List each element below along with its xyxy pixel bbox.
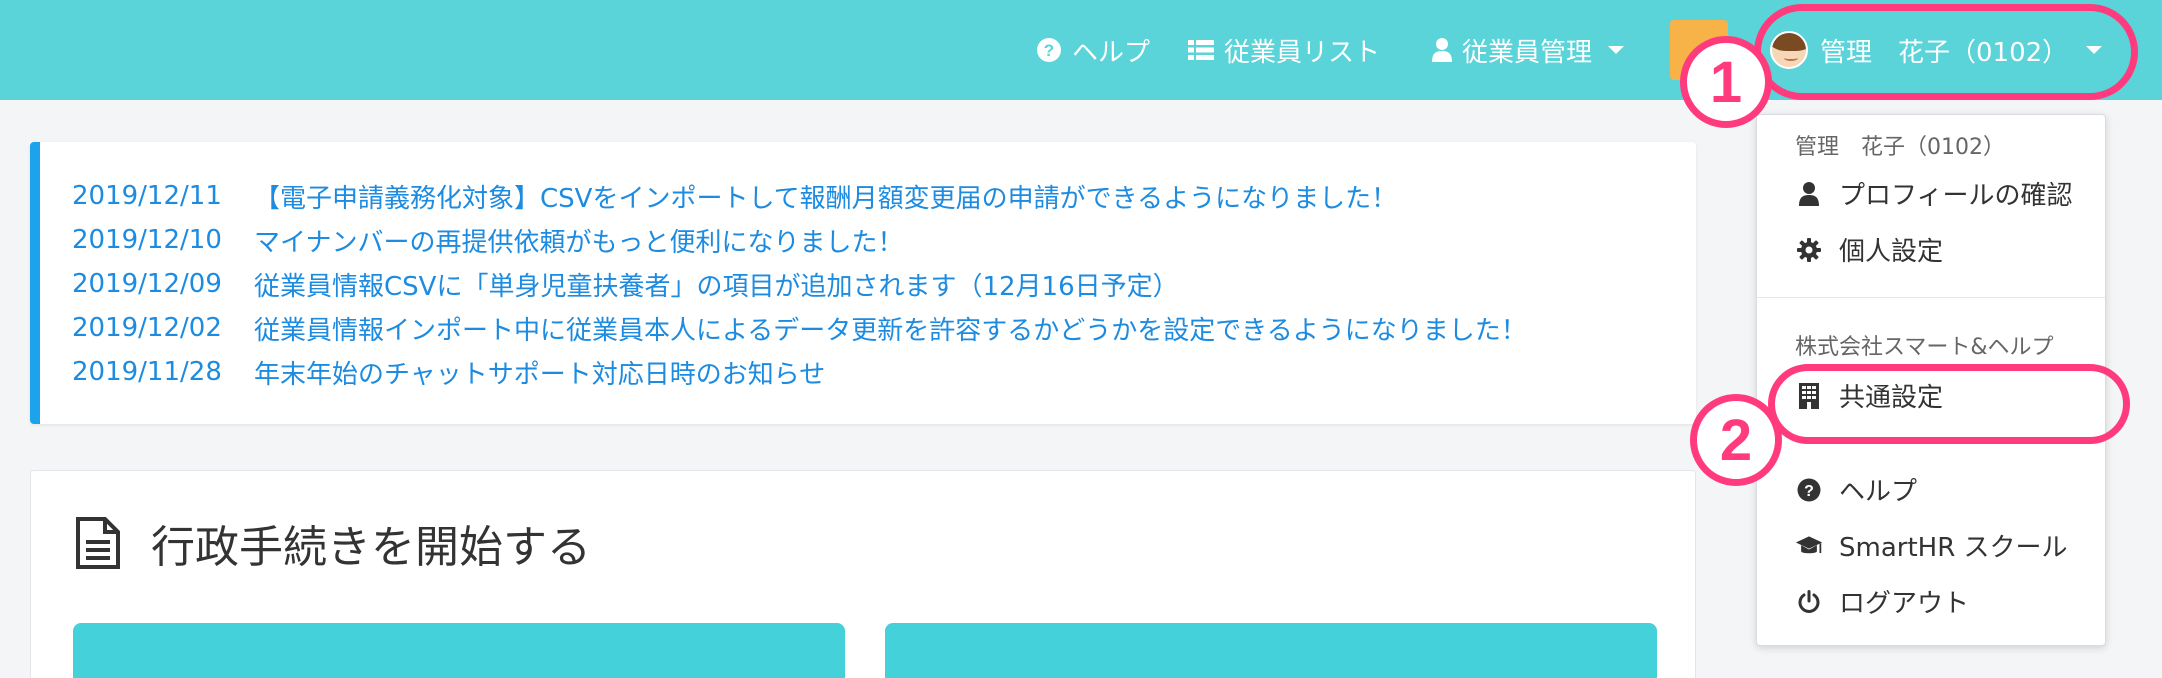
document-icon bbox=[76, 517, 120, 569]
announcement-list: 2019/12/11 【電子申請義務化対象】CSVをインポートして報酬月額変更届… bbox=[72, 174, 1527, 394]
announcement-date: 2019/12/02 bbox=[72, 313, 222, 343]
svg-text:?: ? bbox=[1044, 41, 1054, 60]
annotation-step-badge: 2 bbox=[1690, 394, 1782, 486]
graduation-cap-icon bbox=[1795, 535, 1823, 553]
nav-employee-list-label: 従業員リスト bbox=[1224, 37, 1381, 68]
procedures-card: 行政手続きを開始する bbox=[30, 470, 1696, 678]
announcement-item[interactable]: 2019/12/09 従業員情報CSVに「単身児童扶養者」の項目が追加されます（… bbox=[72, 262, 1527, 306]
procedure-tile[interactable] bbox=[885, 623, 1657, 678]
user-menu-toggle[interactable]: 管理 花子（0102） bbox=[1770, 24, 2103, 76]
announcement-text: 従業員情報CSVに「単身児童扶養者」の項目が追加されます（12月16日予定） bbox=[254, 271, 1179, 302]
menu-item-label: プロフィールの確認 bbox=[1839, 181, 2073, 211]
procedure-tile[interactable] bbox=[73, 623, 845, 678]
building-icon bbox=[1799, 382, 1819, 409]
menu-item-label: ログアウト bbox=[1839, 589, 1970, 619]
dropdown-company-header: 株式会社スマート&ヘルプ bbox=[1795, 335, 2054, 360]
procedures-heading: 行政手続きを開始する bbox=[75, 511, 591, 575]
user-dropdown-menu: 管理 花子（0102） プロフィールの確認 個人設定 株式会社スマート&ヘルプ … bbox=[1756, 114, 2106, 646]
question-circle-icon: ? bbox=[1797, 478, 1821, 501]
user-name: 管理 花子（0102） bbox=[1820, 37, 2069, 68]
announcement-text: 【電子申請義務化対象】CSVをインポートして報酬月額変更届の申請ができるようにな… bbox=[254, 183, 1398, 214]
announcement-date: 2019/11/28 bbox=[72, 357, 222, 387]
nav-employee-list[interactable]: 従業員リスト bbox=[1188, 26, 1380, 74]
menu-item-smarthr-school[interactable]: SmartHR スクール bbox=[1795, 527, 2068, 564]
menu-item-label: 共通設定 bbox=[1839, 383, 1944, 413]
nav-help[interactable]: ? ヘルプ bbox=[1036, 26, 1150, 74]
user-icon bbox=[1432, 38, 1452, 62]
announcement-panel: 2019/12/11 【電子申請義務化対象】CSVをインポートして報酬月額変更届… bbox=[30, 142, 1696, 424]
announcement-date: 2019/12/09 bbox=[72, 269, 222, 299]
menu-item-common-settings[interactable]: 共通設定 bbox=[1795, 377, 1943, 414]
nav-employee-management[interactable]: 従業員管理 bbox=[1432, 26, 1625, 74]
menu-item-label: SmartHR スクール bbox=[1839, 533, 2068, 563]
power-icon bbox=[1798, 589, 1820, 613]
question-circle-icon: ? bbox=[1037, 38, 1061, 62]
menu-item-profile[interactable]: プロフィールの確認 bbox=[1795, 175, 2072, 212]
announcement-item[interactable]: 2019/12/10 マイナンバーの再提供依頼がもっと便利になりました！ bbox=[72, 218, 1527, 262]
menu-item-personal-settings[interactable]: 個人設定 bbox=[1795, 231, 1943, 268]
announcement-text: マイナンバーの再提供依頼がもっと便利になりました！ bbox=[254, 227, 904, 258]
menu-item-label: ヘルプ bbox=[1839, 477, 1918, 507]
announcement-text: 従業員情報インポート中に従業員本人によるデータ更新を許容するかどうかを設定できる… bbox=[254, 315, 1527, 346]
dropdown-user-header: 管理 花子（0102） bbox=[1795, 135, 2005, 160]
nav-employee-management-label: 従業員管理 bbox=[1462, 37, 1593, 68]
announcement-date: 2019/12/11 bbox=[72, 181, 222, 211]
svg-text:?: ? bbox=[1804, 483, 1814, 500]
user-icon bbox=[1799, 181, 1819, 206]
top-header: ? ヘルプ 従業員リスト 従業員管理 管理 花子（0102） bbox=[0, 0, 2162, 100]
announcement-item[interactable]: 2019/12/02 従業員情報インポート中に従業員本人によるデータ更新を許容す… bbox=[72, 306, 1527, 350]
announcement-item[interactable]: 2019/12/11 【電子申請義務化対象】CSVをインポートして報酬月額変更届… bbox=[72, 174, 1527, 218]
announcement-text: 年末年始のチャットサポート対応日時のお知らせ bbox=[254, 359, 826, 390]
page-title: 行政手続きを開始する bbox=[151, 522, 591, 573]
menu-item-logout[interactable]: ログアウト bbox=[1795, 583, 1969, 620]
gear-icon bbox=[1797, 237, 1821, 262]
nav-help-label: ヘルプ bbox=[1072, 37, 1151, 68]
menu-item-help[interactable]: ? ヘルプ bbox=[1795, 471, 1917, 508]
announcement-item[interactable]: 2019/11/28 年末年始のチャットサポート対応日時のお知らせ bbox=[72, 350, 1527, 394]
annotation-step-badge: 1 bbox=[1680, 36, 1772, 128]
chevron-down-icon bbox=[1608, 46, 1625, 54]
chevron-down-icon bbox=[2086, 46, 2103, 54]
menu-item-label: 個人設定 bbox=[1839, 237, 1944, 267]
dropdown-divider bbox=[1757, 297, 2105, 298]
avatar bbox=[1770, 31, 1808, 69]
list-icon bbox=[1188, 40, 1214, 60]
announcement-date: 2019/12/10 bbox=[72, 225, 222, 255]
